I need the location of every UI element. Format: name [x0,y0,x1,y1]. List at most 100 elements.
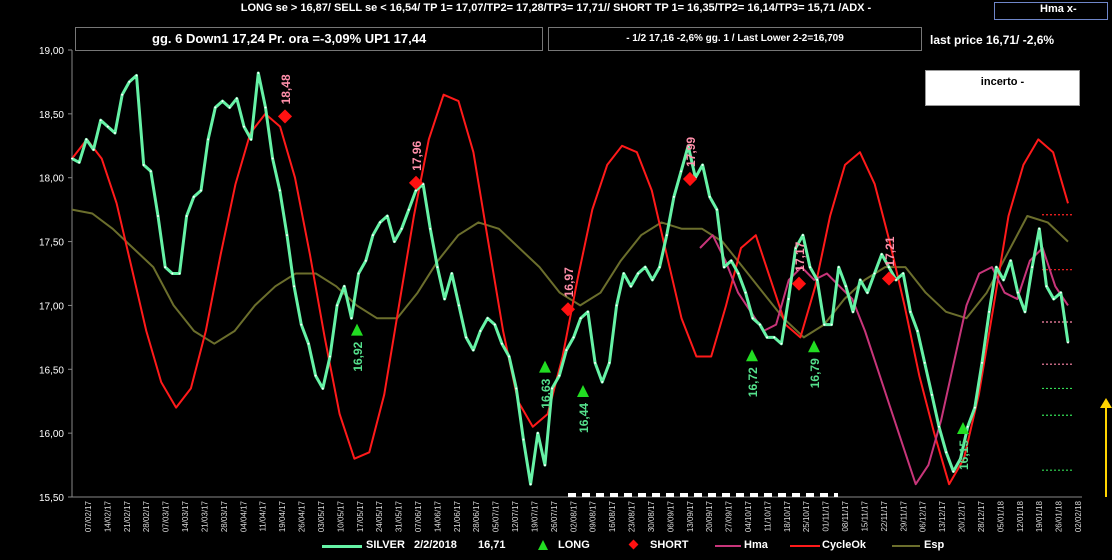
silver-price-point [1045,285,1048,288]
silver-price-point [680,170,683,173]
silver-price-point [522,438,525,441]
x-tick-label: 21/02/17 [123,500,132,532]
silver-price-point [429,227,432,230]
silver-price-point [859,278,862,281]
x-tick-label: 02/02/18 [1074,500,1083,532]
y-tick-label: 18,00 [39,174,64,185]
silver-price-point [250,138,253,141]
silver-price-point [622,272,625,275]
x-tick-label: 28/06/17 [472,500,481,532]
x-tick-label: 10/05/17 [336,500,345,532]
x-tick-label: 26/07/17 [550,500,559,532]
x-tick-label: 25/10/17 [802,500,811,532]
x-tick-label: 09/08/17 [589,500,598,532]
silver-price-point [830,323,833,326]
silver-price-point [142,163,145,166]
x-tick-label: 07/02/17 [84,500,93,532]
silver-price-point [278,189,281,192]
x-tick-label: 27/09/17 [725,500,734,532]
long-signal-label: 16,79 [808,358,822,388]
silver-price-point [1038,227,1041,230]
legend-hma-swatch [715,545,741,547]
silver-price-point [350,317,353,320]
x-tick-label: 31/05/17 [395,500,404,532]
silver-price-point [787,298,790,301]
silver-price-point [758,323,761,326]
silver-price-point [364,259,367,262]
legend-silver-label: SILVER [366,539,405,551]
silver-price-point [300,323,303,326]
silver-price-point [235,97,238,100]
short-signal-label: 17,99 [684,137,698,167]
signal-header: LONG se > 16,87/ SELL se < 16,54/ TP 1= … [240,2,872,14]
y-tick-label: 17,00 [39,301,64,312]
legend-date: 2/2/2018 [414,539,457,551]
silver-price-point [902,272,905,275]
silver-price-point [816,278,819,281]
silver-price-point [386,215,389,218]
silver-price-point [629,285,632,288]
y-tick-label: 18,50 [39,110,64,121]
silver-price-point [106,125,109,128]
x-tick-label: 13/09/17 [686,500,695,532]
x-tick-label: 11/10/17 [763,500,772,531]
silver-price-point [737,272,740,275]
x-tick-label: 22/11/17 [880,500,889,531]
silver-price-point [185,215,188,218]
silver-price-point [608,361,611,364]
silver-price-point [837,266,840,269]
x-tick-label: 20/09/17 [705,500,714,532]
x-tick-label: 21/03/17 [200,500,209,532]
silver-price-point [780,342,783,345]
x-tick-label: 05/01/18 [996,500,1005,532]
silver-price-point [852,310,855,313]
silver-price-point [486,317,489,320]
silver-price-point [192,195,195,198]
silver-price-point [966,425,969,428]
silver-price-point [981,361,984,364]
silver-price-point [809,266,812,269]
long-signal-label: 16,72 [746,367,760,397]
silver-price-point [751,317,754,320]
silver-price-point [500,342,503,345]
x-tick-label: 07/03/17 [162,500,171,532]
long-signal-label: 16,92 [351,341,365,371]
silver-price-point [221,100,224,103]
legend-long-marker [538,540,548,550]
silver-price-point [314,374,317,377]
silver-price-point [766,336,769,339]
last-price-label: last price 16,71/ -2,6% [930,33,1055,47]
x-tick-label: 02/08/17 [569,500,578,532]
silver-price-point [1002,278,1005,281]
long-signal-label: 16,63 [539,378,553,408]
silver-price-point [393,240,396,243]
x-tick-label: 19/01/18 [1035,500,1044,532]
short-signal-label: 16,97 [562,267,576,297]
silver-price-point [135,74,138,77]
silver-price-point [214,106,217,109]
cycle-info-box: - 1/2 17,16 -2,6% gg. 1 / Last Lower 2-2… [548,27,922,51]
x-tick-label: 15/11/17 [860,500,869,531]
silver-price-point [465,336,468,339]
x-tick-label: 04/10/17 [744,500,753,532]
silver-price-point [343,285,346,288]
x-tick-label: 26/04/17 [298,500,307,532]
silver-price-point [995,266,998,269]
silver-price-point [945,451,948,454]
x-tick-label: 16/08/17 [608,500,617,532]
silver-price-point [923,361,926,364]
silver-price-point [572,336,575,339]
silver-price-point [543,464,546,467]
silver-price-point [307,342,310,345]
x-tick-label: 19/07/17 [530,500,539,532]
silver-price-point [558,374,561,377]
silver-price-point [85,138,88,141]
legend-price: 16,71 [478,539,506,551]
x-tick-label: 24/05/17 [375,500,384,532]
silver-price-point [508,355,511,358]
silver-price-point [328,355,331,358]
silver-price-point [658,266,661,269]
silver-price-point [637,272,640,275]
silver-price-point [436,266,439,269]
long-signal-label: 16,15 [957,440,971,470]
